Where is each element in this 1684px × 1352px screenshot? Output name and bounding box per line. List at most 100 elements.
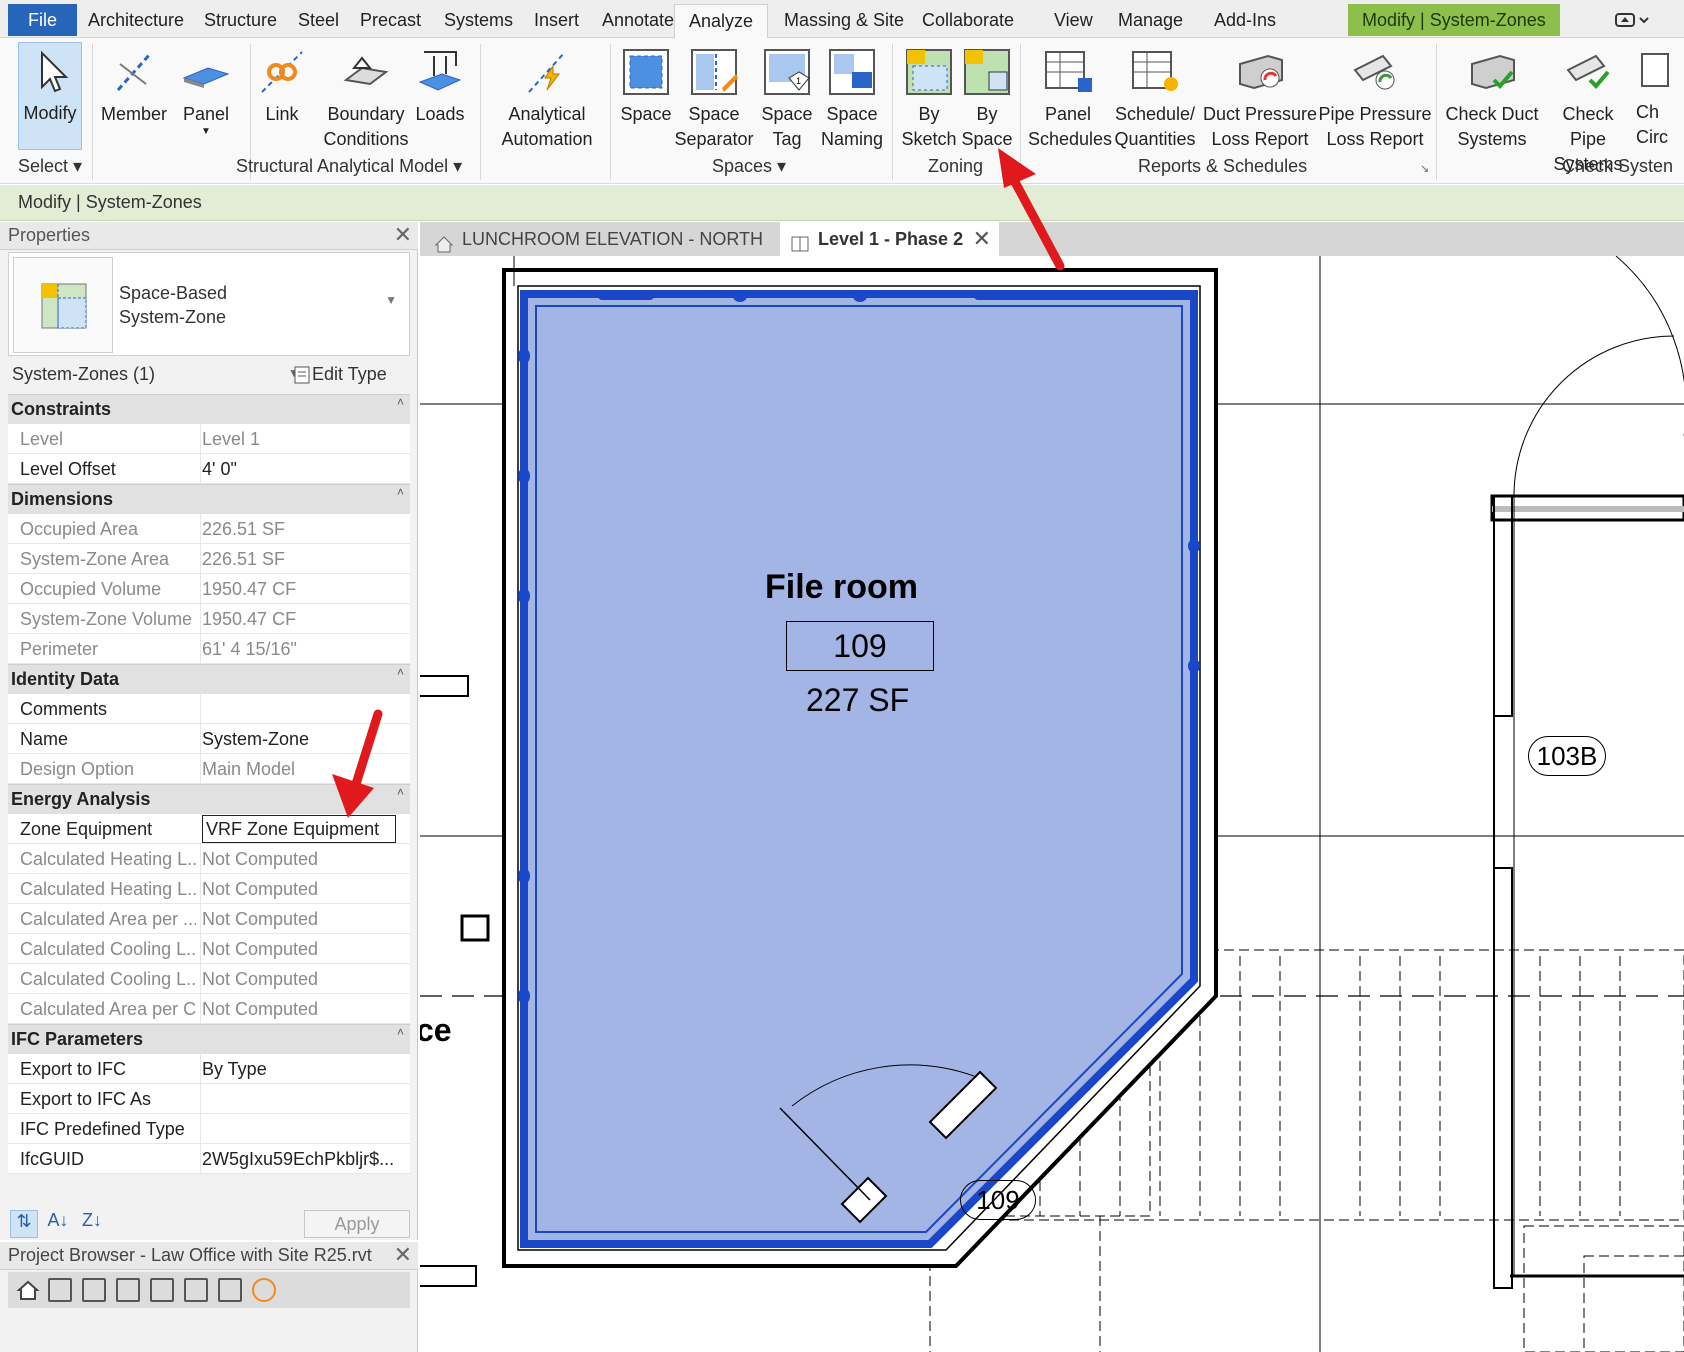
annotation-arrow-zone-equipment	[332, 709, 383, 818]
door-tag-103b[interactable]: 103B	[1528, 736, 1606, 776]
project-browser-header: Project Browser - Law Office with Site R…	[0, 1242, 418, 1270]
door-tag-109[interactable]: 109	[960, 1180, 1036, 1220]
annotation-arrow-by-space	[998, 148, 1065, 271]
door-swing	[1513, 335, 1675, 497]
sort-ascending-icon[interactable]: A↓	[44, 1210, 72, 1238]
schedule-icon[interactable]	[116, 1278, 140, 1302]
family-icon[interactable]	[150, 1278, 174, 1302]
schedule-quantities-button[interactable]: Schedule/ Quantities	[1110, 44, 1200, 152]
collapse-icon[interactable]: ˄	[397, 395, 404, 409]
ribbon-minimize-toggle[interactable]	[1612, 8, 1654, 32]
view-icon[interactable]	[48, 1278, 72, 1302]
group-identity-data[interactable]: Identity Data ˄	[8, 664, 410, 694]
panel-title-check-systems: Check Systen	[1562, 156, 1674, 176]
duct-pressure-loss-report-button[interactable]: Duct Pressure Loss Report	[1200, 44, 1320, 152]
modify-button[interactable]: Modify	[18, 42, 82, 150]
options-bar-label: Modify | System-Zones	[18, 192, 202, 212]
type-name: Space-Based System-Zone	[119, 283, 228, 327]
collapse-icon[interactable]: ˄	[397, 1025, 404, 1039]
project-browser: Project Browser - Law Office with Site R…	[0, 1242, 418, 1352]
prop-row-calc-area-per-cooling: Calculated Area per C... Not Computed	[8, 994, 410, 1024]
prop-row-ifc-guid[interactable]: IfcGUID 2W5gIxu59EchPkbljr$...	[8, 1144, 410, 1174]
room-number-tag[interactable]: 109	[786, 621, 934, 671]
view-tab-level-1-phase-2[interactable]: Level 1 - Phase 2 ✕	[780, 222, 1000, 256]
prop-row-calc-heating-load: Calculated Heating L... Not Computed	[8, 844, 410, 874]
tab-structure[interactable]: Structure	[190, 4, 291, 36]
tab-file[interactable]: File	[8, 4, 78, 36]
panel-title-spaces[interactable]: Spaces ▾	[712, 156, 786, 177]
panel-title-select[interactable]: Select ▾	[18, 156, 82, 177]
type-selector[interactable]: Space-Based System-Zone ▼	[8, 252, 410, 356]
close-icon[interactable]: ✕	[973, 222, 991, 256]
space-separator-button[interactable]: Space Separator	[672, 44, 756, 152]
chevron-down-icon[interactable]: ▼	[385, 293, 397, 307]
system-zone-type-icon	[13, 257, 113, 353]
view-tab-lunchroom-elevation[interactable]: LUNCHROOM ELEVATION - NORTH	[426, 222, 763, 256]
zone-by-space-button[interactable]: By Space	[958, 44, 1016, 152]
panel-separator	[480, 44, 481, 180]
loads-button[interactable]: Loads	[410, 44, 470, 127]
panel-launcher-icon[interactable]: ↘	[1420, 162, 1429, 175]
home-icon[interactable]	[16, 1278, 40, 1302]
prop-row-level-offset[interactable]: Level Offset 4' 0"	[8, 454, 410, 484]
sort-descending-icon[interactable]: Z↓	[78, 1210, 106, 1238]
tab-insert[interactable]: Insert	[520, 4, 593, 36]
drawing-canvas[interactable]: File room 109 227 SF 103B 109 ce	[420, 256, 1684, 1352]
space-tag-button[interactable]: 1 Space Tag	[754, 44, 820, 152]
prop-row-system-zone-area: System-Zone Area 226.51 SF	[8, 544, 410, 574]
check-circuits-button[interactable]: Ch Circ	[1636, 44, 1684, 150]
analytical-automation-button[interactable]: Analytical Automation	[492, 44, 602, 152]
floor-plan-drawing[interactable]	[420, 256, 1684, 1352]
zone-by-sketch-icon	[901, 44, 957, 100]
revit-link-icon[interactable]	[252, 1278, 276, 1302]
close-icon[interactable]: ✕	[394, 222, 412, 248]
group-icon[interactable]	[184, 1278, 208, 1302]
floor-plan-view-icon	[790, 230, 810, 252]
tab-view[interactable]: View	[1040, 4, 1107, 36]
clipped-room-label: ce	[420, 1012, 452, 1048]
prop-row-occupied-area: Occupied Area 226.51 SF	[8, 514, 410, 544]
tab-architecture[interactable]: Architecture	[74, 4, 198, 36]
boundary-conditions-button[interactable]: Boundary Conditions	[316, 44, 416, 152]
group-ifc-parameters[interactable]: IFC Parameters ˄	[8, 1024, 410, 1054]
categorized-sort-icon[interactable]: ⇅	[10, 1210, 38, 1238]
link-button[interactable]: Link	[254, 44, 310, 127]
tab-manage[interactable]: Manage	[1104, 4, 1197, 36]
zone-by-sketch-button[interactable]: By Sketch	[898, 44, 960, 152]
prop-row-calc-cooling-load-2: Calculated Cooling L... Not Computed	[8, 964, 410, 994]
tab-massing-site[interactable]: Massing & Site	[770, 4, 918, 36]
group-constraints[interactable]: Constraints ˄	[8, 394, 410, 424]
prop-row-calc-area-per-heating: Calculated Area per ... Not Computed	[8, 904, 410, 934]
space-tag-icon: 1	[759, 44, 815, 100]
assembly-icon[interactable]	[218, 1278, 242, 1302]
tab-systems[interactable]: Systems	[430, 4, 527, 36]
prop-row-export-to-ifc-as[interactable]: Export to IFC As	[8, 1084, 410, 1114]
tab-collaborate[interactable]: Collaborate	[908, 4, 1028, 36]
prop-row-ifc-predefined-type[interactable]: IFC Predefined Type	[8, 1114, 410, 1144]
member-button[interactable]: Member	[100, 44, 168, 127]
space-button[interactable]: Space	[614, 44, 678, 127]
check-duct-systems-button[interactable]: Check Duct Systems	[1444, 44, 1540, 152]
tab-add-ins[interactable]: Add-Ins	[1200, 4, 1290, 36]
tab-steel[interactable]: Steel	[284, 4, 353, 36]
prop-row-export-to-ifc[interactable]: Export to IFC By Type	[8, 1054, 410, 1084]
collapse-icon[interactable]: ˄	[397, 665, 404, 679]
instance-filter-dropdown[interactable]: System-Zones (1)	[12, 364, 155, 385]
room-area-label: 227 SF	[806, 682, 910, 718]
sheet-icon[interactable]	[82, 1278, 106, 1302]
room-name-label[interactable]: File room	[765, 568, 918, 607]
tab-analyze[interactable]: Analyze	[674, 4, 769, 38]
close-icon[interactable]: ✕	[394, 1242, 412, 1268]
panel-title-structural-analytical-model[interactable]: Structural Analytical Model ▾	[236, 156, 462, 177]
edit-type-button[interactable]: Edit Type	[312, 364, 387, 385]
space-naming-button[interactable]: Space Naming	[816, 44, 888, 152]
prop-row-level: Level Level 1	[8, 424, 410, 454]
group-dimensions[interactable]: Dimensions ˄	[8, 484, 410, 514]
collapse-icon[interactable]: ˄	[397, 485, 404, 499]
panel-schedules-button[interactable]: Panel Schedules	[1028, 44, 1112, 152]
apply-button[interactable]: Apply	[304, 1210, 410, 1238]
pipe-pressure-loss-report-button[interactable]: Pipe Pressure Loss Report	[1318, 44, 1432, 152]
tab-precast[interactable]: Precast	[346, 4, 435, 36]
tab-modify-system-zones[interactable]: Modify | System-Zones	[1348, 4, 1560, 36]
panel-button[interactable]: Panel ▼	[174, 44, 238, 137]
